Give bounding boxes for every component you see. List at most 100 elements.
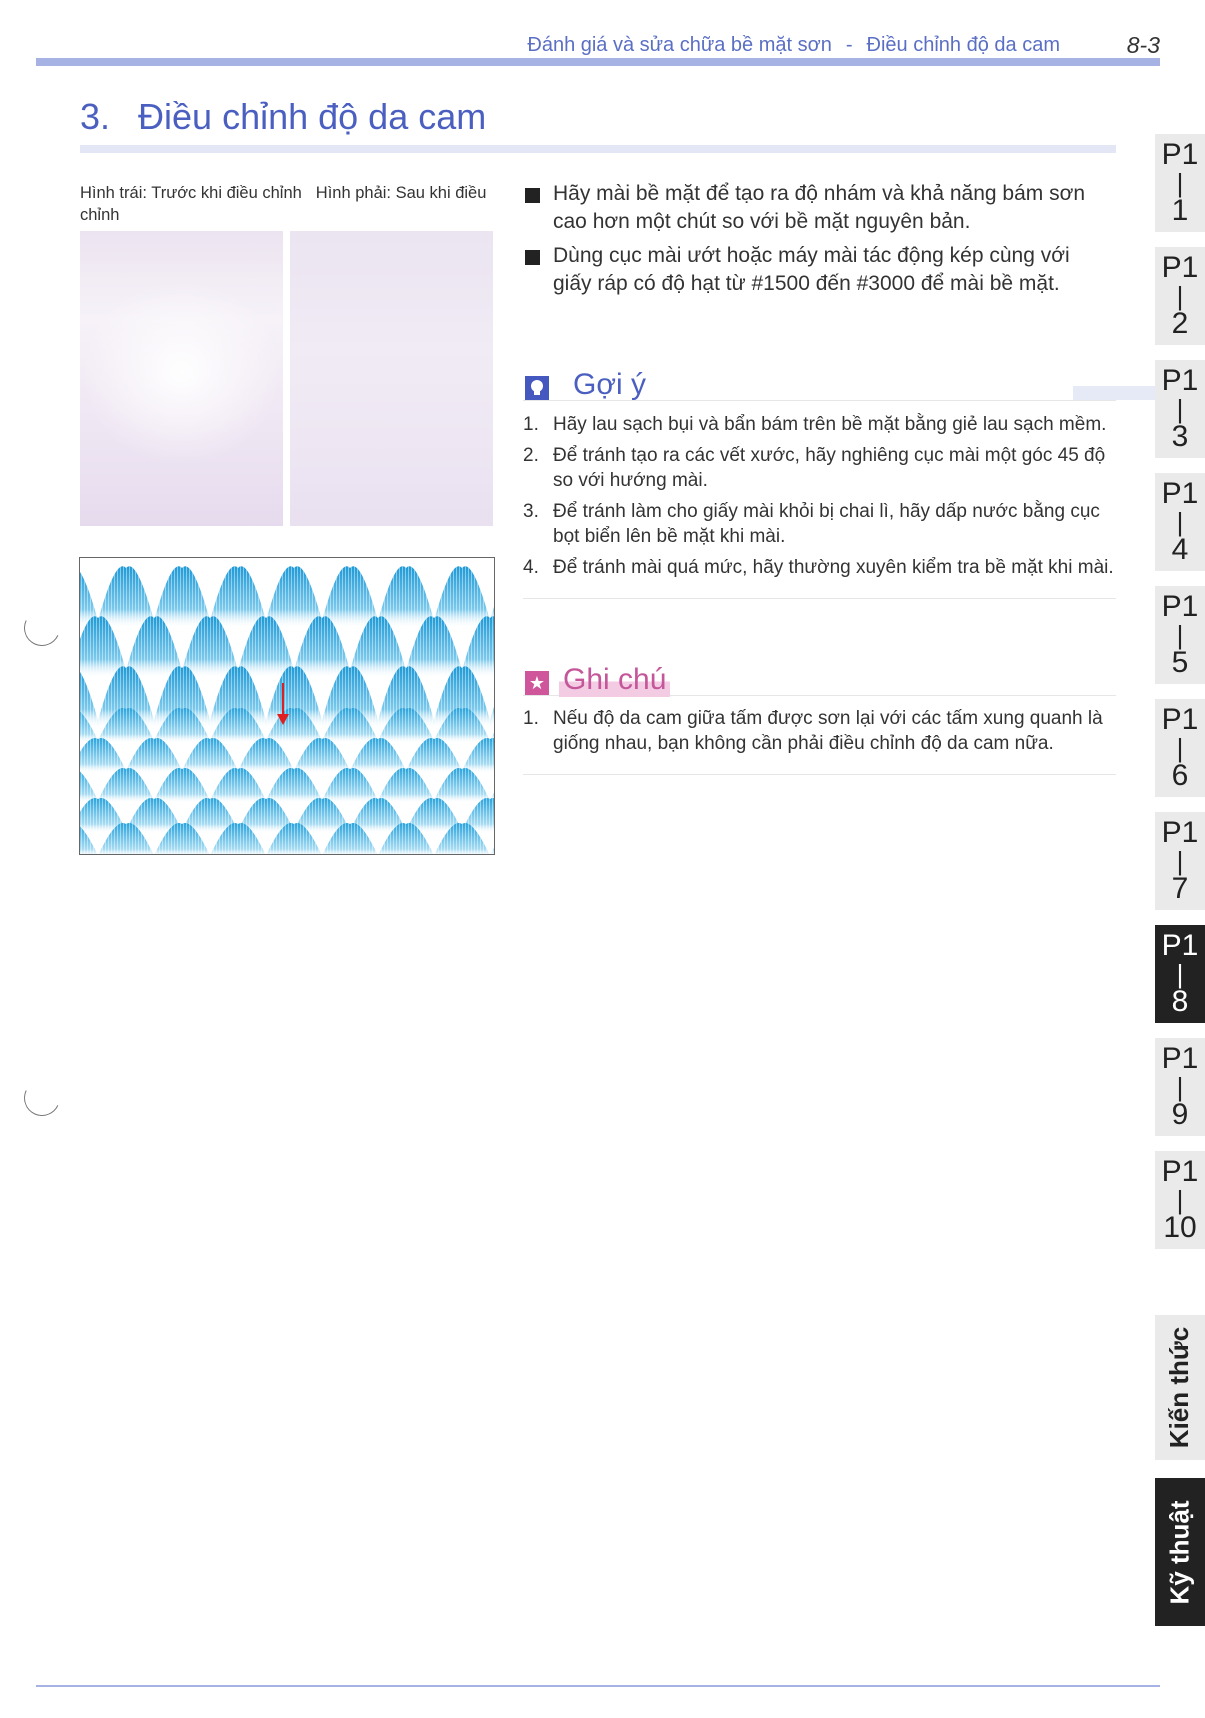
tab-p1-2[interactable]: P1 | 2 <box>1155 247 1205 345</box>
section-title-text: Điều chỉnh độ da cam <box>138 96 487 137</box>
surface-bump-texture <box>293 738 351 773</box>
item-text: Để tránh làm cho giấy mài khỏi bị chai l… <box>553 501 1100 547</box>
lightbulb-icon <box>525 376 549 400</box>
item-text: Hãy lau sạch bụi và bẩn bám trên bề mặt … <box>553 414 1107 435</box>
tab-label-part: | <box>1176 394 1184 424</box>
tab-label-part: 1 <box>1171 194 1189 227</box>
surface-bump-texture <box>405 738 463 773</box>
tab-label-part: 6 <box>1171 759 1189 792</box>
tab-label-part: | <box>1176 733 1184 763</box>
hint-list: 1. Hãy lau sạch bụi và bẩn bám trên bề mặ… <box>523 412 1116 599</box>
tab-label-part: P1 <box>1161 929 1199 962</box>
header-rule <box>36 58 1160 66</box>
surface-bump-texture <box>80 738 127 773</box>
tab-p1-9[interactable]: P1 | 9 <box>1155 1038 1205 1136</box>
tab-p1-1[interactable]: P1 | 1 <box>1155 134 1205 232</box>
surface-bump-texture <box>321 768 379 803</box>
tab-label-part: 2 <box>1171 307 1189 340</box>
photo-after-adjustment <box>290 231 493 526</box>
tab-label-part: 7 <box>1171 872 1189 905</box>
hint-item: 1. Hãy lau sạch bụi và bẩn bám trên bề mặ… <box>523 412 1116 437</box>
hint-item: 3. Để tránh làm cho giấy mài khỏi bị chai… <box>523 499 1116 549</box>
running-header: Đánh giá và sửa chữa bề mặt sơn - Điều chỉ… <box>0 30 1160 60</box>
item-number: 1. <box>523 414 539 435</box>
section-number: 3. <box>80 96 111 137</box>
tab-label-part: P1 <box>1161 590 1199 623</box>
tab-label-part: 10 <box>1163 1211 1197 1244</box>
tab-label-part: P1 <box>1161 477 1199 510</box>
surface-bump-texture <box>489 792 494 803</box>
tab-label-part: | <box>1176 959 1184 989</box>
instruction-bullets: Hãy mài bề mặt để tạo ra độ nhám và khả … <box>523 180 1103 304</box>
orange-peel-illustration <box>80 566 494 854</box>
tab-p1-7[interactable]: P1 | 7 <box>1155 812 1205 910</box>
header-chapter: Đánh giá và sửa chữa bề mặt sơn <box>527 34 832 56</box>
section-title: 3. Điều chỉnh độ da cam <box>80 96 486 138</box>
surface-bump-texture <box>265 768 323 803</box>
note-label: Ghi chú <box>559 663 671 697</box>
tab-label-part: | <box>1176 507 1184 537</box>
smoothed-surface-bumps <box>80 708 494 854</box>
tab-label-part: P1 <box>1161 251 1199 284</box>
item-text: Để tránh mài quá mức, hãy thường xuyên k… <box>553 557 1114 578</box>
tab-label-part: | <box>1176 1072 1184 1102</box>
surface-bump-texture <box>181 738 239 773</box>
surface-bump-texture <box>125 738 183 773</box>
surface-bump-texture <box>377 768 435 803</box>
hint-item: 4. Để tránh mài quá mức, hãy thường xuyên… <box>523 555 1116 580</box>
tab-label-part: 9 <box>1171 1098 1189 1131</box>
item-text: Để tránh tạo ra các vết xước, hãy nghiên… <box>553 445 1106 491</box>
tab-p1-10[interactable]: P1 | 10 <box>1155 1151 1205 1249</box>
surface-bump-texture <box>237 738 295 773</box>
footer-rule <box>36 1685 1160 1687</box>
tab-label-part: 8 <box>1171 985 1189 1018</box>
note-list: 1. Nếu độ da cam giữa tấm được sơn lại vớ… <box>523 706 1116 775</box>
tab-p1-3[interactable]: P1 | 3 <box>1155 360 1205 458</box>
star-icon: ★ <box>525 671 549 695</box>
side-tab-label: Kỹ thuật <box>1164 1500 1195 1604</box>
bullet-item: Dùng cục mài ướt hoặc máy mài tác động k… <box>523 242 1103 298</box>
header-section: Điều chỉnh độ da cam <box>866 34 1060 56</box>
side-tab-knowledge[interactable]: Kiến thức <box>1155 1315 1205 1460</box>
caption-left: Hình trái: Trước khi điều chỉnh <box>80 184 302 202</box>
item-text: Nếu độ da cam giữa tấm được sơn lại với … <box>553 708 1103 754</box>
tab-label-part: | <box>1176 1185 1184 1215</box>
item-number: 3. <box>523 501 539 522</box>
side-tab-technique[interactable]: Kỹ thuật <box>1155 1478 1205 1626</box>
page-number: 8-3 <box>1126 32 1160 58</box>
item-number: 2. <box>523 445 539 466</box>
tab-label-part: 4 <box>1171 533 1189 566</box>
tab-p1-4[interactable]: P1 | 4 <box>1155 473 1205 571</box>
tab-label-part: P1 <box>1161 364 1199 397</box>
tab-p1-8[interactable]: P1 | 8 <box>1155 925 1205 1023</box>
surface-bump-texture <box>461 738 494 773</box>
tab-label-part: | <box>1176 846 1184 876</box>
tab-label-part: P1 <box>1161 816 1199 849</box>
tab-label-part: 3 <box>1171 420 1189 453</box>
binder-hole <box>18 1074 66 1122</box>
photo-caption: Hình trái: Trước khi điều chỉnh Hình phải… <box>80 182 500 226</box>
tab-label-part: 5 <box>1171 646 1189 679</box>
tab-p1-6[interactable]: P1 | 6 <box>1155 699 1205 797</box>
rough-surface-bumps <box>80 566 494 728</box>
tab-label-part: P1 <box>1161 138 1199 171</box>
photo-before-adjustment <box>80 231 283 526</box>
tab-label-part: P1 <box>1161 703 1199 736</box>
surface-bump-texture <box>209 768 267 803</box>
surface-bump-texture <box>433 768 491 803</box>
tab-label-part: | <box>1176 281 1184 311</box>
side-tab-label: Kiến thức <box>1164 1326 1195 1449</box>
surface-bump-texture <box>349 738 407 773</box>
tab-label-part: P1 <box>1161 1155 1199 1188</box>
note-box-header: ★ Ghi chú <box>523 661 1116 697</box>
item-number: 4. <box>523 557 539 578</box>
hint-label: Gợi ý <box>573 368 647 401</box>
hint-item: 2. Để tránh tạo ra các vết xước, hãy nghi… <box>523 443 1116 493</box>
tab-label-part: | <box>1176 620 1184 650</box>
bullet-item: Hãy mài bề mặt để tạo ra độ nhám và khả … <box>523 180 1103 236</box>
tab-label-part: | <box>1176 168 1184 198</box>
binder-hole <box>18 604 66 652</box>
header-separator: - <box>845 34 853 56</box>
surface-bump-texture <box>153 768 211 803</box>
tab-p1-5[interactable]: P1 | 5 <box>1155 586 1205 684</box>
